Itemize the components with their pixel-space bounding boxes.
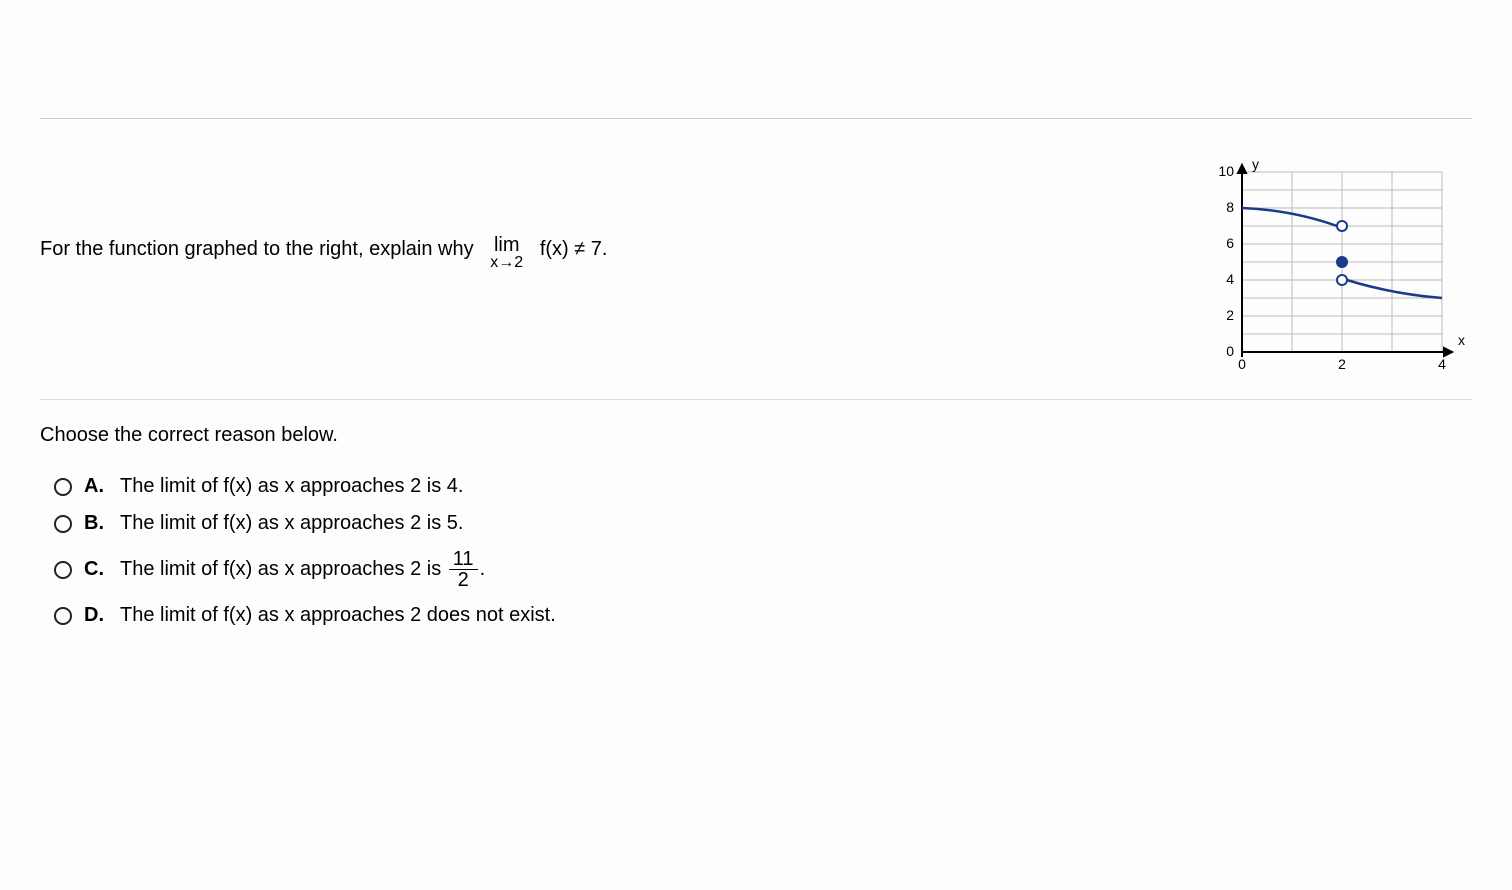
radio-c[interactable] <box>54 561 72 579</box>
radio-a[interactable] <box>54 478 72 496</box>
ytick-6: 6 <box>1226 235 1234 251</box>
ytick-4: 4 <box>1226 271 1234 287</box>
lim-sub: x→2 <box>490 255 523 271</box>
radio-b[interactable] <box>54 515 72 533</box>
ytick-2: 2 <box>1226 307 1234 323</box>
y-axis-label: y <box>1252 157 1259 172</box>
option-d-text: The limit of f(x) as x approaches 2 does… <box>120 604 556 627</box>
question-text: For the function graphed to the right, e… <box>40 147 1192 271</box>
xtick-0: 0 <box>1238 356 1246 372</box>
option-c-text: The limit of f(x) as x approaches 2 is 1… <box>120 549 485 590</box>
question-row: For the function graphed to the right, e… <box>40 147 1472 387</box>
limit-expression: lim x→2 <box>490 235 523 271</box>
option-a[interactable]: A. The limit of f(x) as x approaches 2 i… <box>54 475 1472 498</box>
fraction-den: 2 <box>449 570 478 590</box>
option-a-text: The limit of f(x) as x approaches 2 is 4… <box>120 475 463 498</box>
options-list: A. The limit of f(x) as x approaches 2 i… <box>40 475 1472 627</box>
option-a-label: A. <box>84 475 108 498</box>
xtick-2: 2 <box>1338 356 1346 372</box>
divider-mid <box>40 399 1472 400</box>
open-point-2-7 <box>1337 221 1347 231</box>
page: For the function graphed to the right, e… <box>0 118 1512 627</box>
option-d-label: D. <box>84 604 108 627</box>
graph: 10 8 6 4 2 0 0 2 4 y x <box>1212 157 1472 387</box>
option-d[interactable]: D. The limit of f(x) as x approaches 2 d… <box>54 604 1472 627</box>
xtick-4: 4 <box>1438 356 1446 372</box>
option-b-text: The limit of f(x) as x approaches 2 is 5… <box>120 512 463 535</box>
option-b[interactable]: B. The limit of f(x) as x approaches 2 i… <box>54 512 1472 535</box>
choose-prompt: Choose the correct reason below. <box>40 424 1472 447</box>
curve-right <box>1347 280 1442 298</box>
question-prefix: For the function graphed to the right, e… <box>40 238 474 260</box>
lim-word: lim <box>490 235 523 255</box>
ytick-10: 10 <box>1218 163 1234 179</box>
question-after-lim: f(x) ≠ 7. <box>540 238 608 260</box>
option-c[interactable]: C. The limit of f(x) as x approaches 2 i… <box>54 549 1472 590</box>
x-axis-label: x <box>1458 332 1465 348</box>
divider-top <box>40 118 1472 119</box>
radio-d[interactable] <box>54 607 72 625</box>
graph-svg: 10 8 6 4 2 0 0 2 4 y x <box>1212 157 1472 387</box>
ytick-0: 0 <box>1226 343 1234 359</box>
closed-point-2-5 <box>1337 257 1347 267</box>
option-b-label: B. <box>84 512 108 535</box>
option-c-prefix: The limit of f(x) as x approaches 2 is <box>120 558 447 580</box>
curve-left <box>1242 208 1337 226</box>
open-point-2-4 <box>1337 275 1347 285</box>
ytick-8: 8 <box>1226 199 1234 215</box>
option-c-suffix: . <box>480 558 486 580</box>
fraction-11-2: 112 <box>449 549 478 590</box>
fraction-num: 11 <box>449 549 478 570</box>
option-c-label: C. <box>84 558 108 581</box>
